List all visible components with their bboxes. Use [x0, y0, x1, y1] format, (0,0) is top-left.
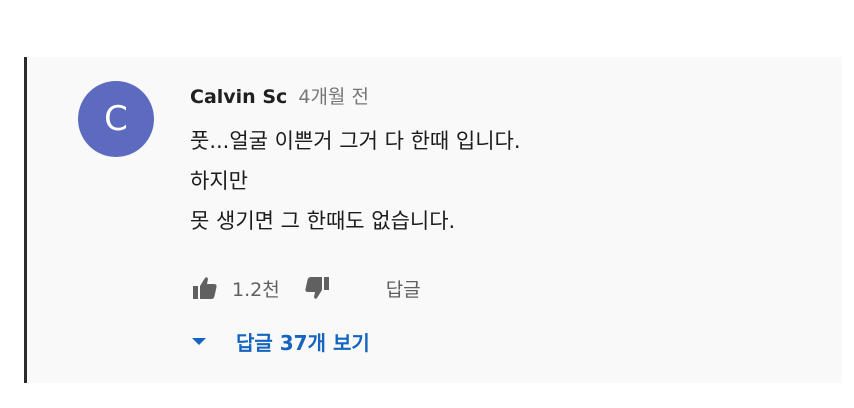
comment-text-line-1: 풋...얼굴 이쁜거 그거 다 한때 입니다.	[190, 129, 521, 153]
comment-text-line-2: 하지만	[190, 169, 248, 193]
view-replies-label: 답글 37개 보기	[236, 330, 370, 355]
comment-header: Calvin Sc 4개월 전	[190, 82, 369, 112]
caret-down-icon	[192, 337, 206, 345]
panel-left-border	[24, 57, 27, 383]
thumbs-up-icon	[193, 277, 217, 299]
like-count: 1.2천	[232, 278, 280, 301]
author-name[interactable]: Calvin Sc	[190, 86, 287, 108]
view-replies-button[interactable]: 답글 37개 보기	[190, 325, 370, 357]
dislike-button[interactable]	[302, 273, 332, 303]
reply-button[interactable]: 답글	[386, 275, 421, 302]
comment-text-line-3: 못 생기면 그 한때도 없습니다.	[190, 209, 456, 233]
screenshot-frame: C Calvin Sc 4개월 전 풋...얼굴 이쁜거 그거 다 한때 입니다…	[0, 0, 854, 408]
avatar[interactable]: C	[78, 81, 154, 157]
thumbs-down-icon	[305, 277, 329, 299]
comment-actions: 1.2천 답글	[190, 271, 421, 305]
comment-time[interactable]: 4개월 전	[298, 86, 369, 108]
like-button[interactable]	[190, 273, 220, 303]
avatar-letter: C	[104, 99, 128, 139]
